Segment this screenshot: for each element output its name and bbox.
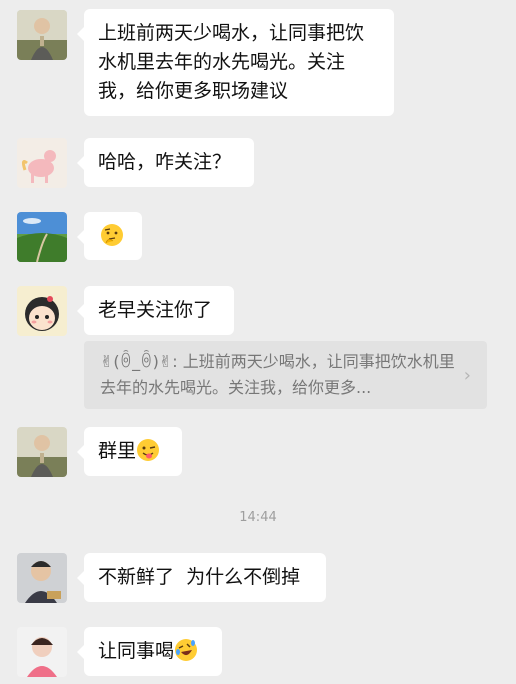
message-text: 让同事喝 [98,640,175,662]
quote-sender: ✌(ꉺ_ꉺ)✌ [100,352,173,371]
message-text: 哈哈，咋关注？ [98,151,232,173]
avatar-landscape[interactable] [17,212,67,262]
winking-tongue-emoji [137,439,160,461]
message-bubble[interactable]: 上班前两天少喝水，让同事把饮水机里去年的水先喝光。关注我，给你更多职场建议 [77,9,394,116]
message-bubble[interactable]: 让同事喝 [77,627,222,676]
chevron-right-icon: › [463,365,471,386]
thinking-face-emoji [101,224,123,246]
message-bubble[interactable]: 老早关注你了 [77,286,234,335]
avatar-child[interactable] [17,553,67,603]
timestamp: 14:44 [239,510,277,525]
avatar-old-man[interactable] [17,10,67,60]
message-text: 老早关注你了 [98,299,213,321]
message-text: 不新鲜了 为什么不倒掉 [98,566,301,588]
quoted-message[interactable]: ✌(ꉺ_ꉺ)✌: 上班前两天少喝水，让同事把饮水机里去年的水先喝光。关注我，给你… [84,341,487,409]
message-text: 群里 [98,440,137,462]
message-text: 上班前两天少喝水，让同事把饮水机里去年的水先喝光。关注我，给你更多职场建议 [98,22,365,102]
message-bubble[interactable]: 群里 [77,427,182,476]
avatar-girl-pink[interactable] [17,627,67,677]
avatar-old-man[interactable] [17,427,67,477]
avatar-pink-unicorn[interactable] [17,138,67,188]
avatar-cartoon-girl[interactable] [17,286,67,336]
message-bubble[interactable] [77,212,142,260]
rolling-laughing-emoji [175,639,198,661]
message-bubble[interactable]: 哈哈，咋关注？ [77,138,254,187]
message-bubble[interactable]: 不新鲜了 为什么不倒掉 [77,553,326,602]
